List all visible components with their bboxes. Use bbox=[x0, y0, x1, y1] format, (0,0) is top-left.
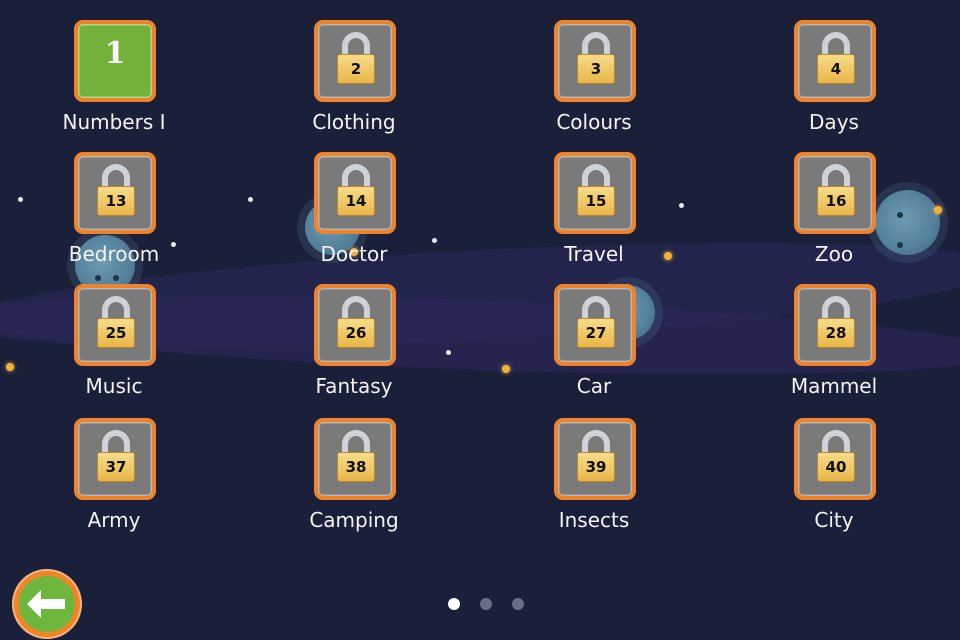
level-39[interactable]: 39 Insects bbox=[514, 418, 674, 548]
level-tile-locked[interactable]: 3 bbox=[554, 20, 636, 102]
level-label: Colours bbox=[556, 110, 632, 134]
level-number: 15 bbox=[577, 186, 615, 216]
level-tile-locked[interactable]: 39 bbox=[554, 418, 636, 500]
level-label: Zoo bbox=[814, 242, 854, 266]
back-button[interactable] bbox=[12, 569, 82, 639]
level-tile-locked[interactable]: 28 bbox=[794, 284, 876, 366]
level-2[interactable]: 2 Clothing bbox=[274, 20, 434, 150]
padlock-icon: 16 bbox=[817, 164, 855, 220]
arrow-left-icon bbox=[27, 590, 65, 618]
level-13[interactable]: 13 Bedroom bbox=[34, 152, 194, 282]
level-tile-locked[interactable]: 2 bbox=[314, 20, 396, 102]
level-tile-locked[interactable]: 37 bbox=[74, 418, 156, 500]
level-number: 2 bbox=[337, 54, 375, 84]
level-label: City bbox=[814, 508, 854, 532]
level-40[interactable]: 40 City bbox=[754, 418, 914, 548]
padlock-icon: 2 bbox=[337, 32, 375, 88]
padlock-icon: 40 bbox=[817, 430, 855, 486]
page-indicator bbox=[448, 598, 524, 610]
level-28[interactable]: 28 Mammel bbox=[754, 284, 914, 414]
level-tile-unlocked[interactable]: 1 bbox=[74, 20, 156, 102]
level-tile-locked[interactable]: 13 bbox=[74, 152, 156, 234]
level-tile-locked[interactable]: 4 bbox=[794, 20, 876, 102]
level-label: Doctor bbox=[320, 242, 388, 266]
level-grid: 1 Numbers I 2 Clothing 3 Colours 4 Days 13 Bedroo… bbox=[0, 0, 960, 640]
padlock-icon: 39 bbox=[577, 430, 615, 486]
level-label: Car bbox=[576, 374, 612, 398]
level-tile-locked[interactable]: 27 bbox=[554, 284, 636, 366]
level-25[interactable]: 25 Music bbox=[34, 284, 194, 414]
level-label: Travel bbox=[564, 242, 624, 266]
level-tile-locked[interactable]: 14 bbox=[314, 152, 396, 234]
level-label: Music bbox=[85, 374, 143, 398]
level-16[interactable]: 16 Zoo bbox=[754, 152, 914, 282]
page-dot-2[interactable] bbox=[480, 598, 492, 610]
level-27[interactable]: 27 Car bbox=[514, 284, 674, 414]
level-tile-locked[interactable]: 16 bbox=[794, 152, 876, 234]
level-number: 38 bbox=[337, 452, 375, 482]
level-tile-locked[interactable]: 40 bbox=[794, 418, 876, 500]
level-number: 1 bbox=[104, 36, 126, 71]
level-label: Numbers I bbox=[62, 110, 166, 134]
level-tile-locked[interactable]: 25 bbox=[74, 284, 156, 366]
level-26[interactable]: 26 Fantasy bbox=[274, 284, 434, 414]
level-label: Army bbox=[87, 508, 141, 532]
level-number: 3 bbox=[577, 54, 615, 84]
level-number: 13 bbox=[97, 186, 135, 216]
level-number: 25 bbox=[97, 318, 135, 348]
padlock-icon: 14 bbox=[337, 164, 375, 220]
level-number: 27 bbox=[577, 318, 615, 348]
level-label: Clothing bbox=[312, 110, 396, 134]
level-number: 37 bbox=[97, 452, 135, 482]
level-label: Insects bbox=[558, 508, 630, 532]
padlock-icon: 27 bbox=[577, 296, 615, 352]
level-tile-locked[interactable]: 15 bbox=[554, 152, 636, 234]
level-number: 28 bbox=[817, 318, 855, 348]
level-label: Mammel bbox=[790, 374, 878, 398]
padlock-icon: 26 bbox=[337, 296, 375, 352]
padlock-icon: 13 bbox=[97, 164, 135, 220]
level-tile-locked[interactable]: 26 bbox=[314, 284, 396, 366]
level-number: 4 bbox=[817, 54, 855, 84]
level-15[interactable]: 15 Travel bbox=[514, 152, 674, 282]
page-dot-1[interactable] bbox=[448, 598, 460, 610]
level-14[interactable]: 14 Doctor bbox=[274, 152, 434, 282]
padlock-icon: 28 bbox=[817, 296, 855, 352]
level-4[interactable]: 4 Days bbox=[754, 20, 914, 150]
level-label: Days bbox=[809, 110, 859, 134]
padlock-icon: 38 bbox=[337, 430, 375, 486]
level-label: Fantasy bbox=[315, 374, 393, 398]
padlock-icon: 3 bbox=[577, 32, 615, 88]
level-number: 16 bbox=[817, 186, 855, 216]
padlock-icon: 4 bbox=[817, 32, 855, 88]
level-1[interactable]: 1 Numbers I bbox=[34, 20, 194, 150]
padlock-icon: 37 bbox=[97, 430, 135, 486]
level-number: 39 bbox=[577, 452, 615, 482]
level-number: 14 bbox=[337, 186, 375, 216]
padlock-icon: 25 bbox=[97, 296, 135, 352]
level-label: Bedroom bbox=[68, 242, 160, 266]
level-tile-locked[interactable]: 38 bbox=[314, 418, 396, 500]
level-38[interactable]: 38 Camping bbox=[274, 418, 434, 548]
level-number: 26 bbox=[337, 318, 375, 348]
padlock-icon: 15 bbox=[577, 164, 615, 220]
level-number: 40 bbox=[817, 452, 855, 482]
level-37[interactable]: 37 Army bbox=[34, 418, 194, 548]
level-label: Camping bbox=[309, 508, 399, 532]
level-3[interactable]: 3 Colours bbox=[514, 20, 674, 150]
page-dot-3[interactable] bbox=[512, 598, 524, 610]
